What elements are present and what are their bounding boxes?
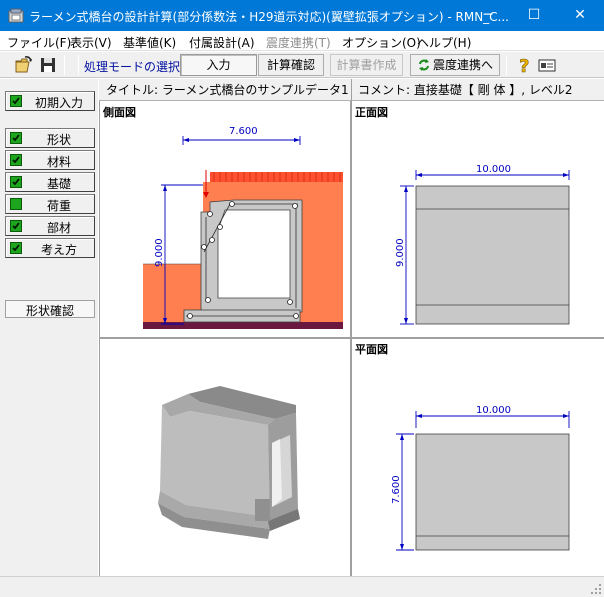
status-bar — [0, 576, 604, 597]
sidebar-item-label: 形状 — [46, 133, 71, 147]
seismic-link-label: 震度連携へ — [433, 58, 494, 72]
info-bar: タイトル: ラーメン式橋台のサンプルデータ1 コメント: 直接基礎【 剛 体 】… — [99, 79, 604, 101]
sidebar-item-approach[interactable]: 考え方 — [5, 238, 95, 258]
save-disk-icon[interactable] — [38, 55, 58, 75]
menu-bar: ファイル(F) 表示(V) 基準値(K) 付属設計(A) 震度連携(T) オプシ… — [0, 31, 604, 51]
sidebar-item-member[interactable]: 部材 — [5, 216, 95, 236]
calc-check-button[interactable]: 計算確認 — [258, 54, 324, 76]
perspective-drawing — [158, 386, 300, 539]
side-view[interactable]: 側面図 7.600 9.000 — [100, 102, 350, 337]
box-opening — [217, 209, 291, 299]
initial-input-label: 初期入力 — [34, 96, 83, 110]
help-question-icon[interactable]: ? — [514, 55, 534, 75]
sidebar-item-load[interactable]: 荷重 — [5, 194, 95, 214]
side-width-dimension: 7.600 — [229, 126, 258, 137]
menu-view[interactable]: 表示(V) — [70, 34, 112, 51]
resize-grip-icon[interactable] — [590, 583, 602, 595]
sidebar-item-material[interactable]: 材料 — [5, 150, 95, 170]
foundation-base — [143, 322, 343, 329]
check-icon — [10, 132, 22, 144]
report-create-button[interactable]: 計算書作成 — [330, 54, 403, 76]
menu-seismic-link[interactable]: 震度連携(T) — [266, 34, 331, 51]
check-icon — [10, 198, 22, 210]
front-view[interactable]: 正面図 10.000 9.000 — [352, 102, 604, 337]
menu-options[interactable]: オプション(O) — [342, 34, 421, 51]
data-title: タイトル: ラーメン式橋台のサンプルデータ1 — [106, 83, 349, 97]
version-info-icon[interactable] — [537, 55, 557, 75]
input-mode-button[interactable]: 入力 — [180, 54, 257, 76]
plan-view[interactable]: 平面図 10.000 7.600 — [352, 339, 604, 576]
front-width-dimension: 10.000 — [476, 164, 511, 175]
plan-width-dimension: 10.000 — [476, 405, 511, 416]
close-button[interactable]: ✕ — [557, 0, 603, 31]
sidebar-item-foundation[interactable]: 基礎 — [5, 172, 95, 192]
seismic-link-button[interactable]: 震度連携へ — [410, 54, 500, 76]
data-comment: コメント: 直接基礎【 剛 体 】, レベル2 — [358, 83, 573, 97]
window-title: ラーメン式橋台の設計計算(部分係数法・H29道示対応)(翼壁拡張オプション) -… — [29, 10, 509, 24]
sidebar-item-label: 考え方 — [40, 243, 77, 257]
refresh-arrows-icon — [419, 59, 429, 71]
side-view-drawing: 7.600 9.000 — [143, 126, 343, 329]
front-height-dimension: 9.000 — [395, 238, 406, 267]
toolbar-separator — [78, 55, 79, 75]
front-abutment-body — [415, 185, 570, 325]
minimize-button[interactable]: ─ — [465, 0, 511, 31]
check-icon — [10, 154, 22, 166]
sidebar-item-label: 基礎 — [46, 177, 71, 191]
side-height-dimension: 9.000 — [154, 238, 165, 267]
title-bar: ラーメン式橋台の設計計算(部分係数法・H29道示対応)(翼壁拡張オプション) -… — [0, 0, 604, 31]
sidebar-item-label: 部材 — [46, 221, 71, 235]
open-folder-icon[interactable] — [14, 55, 34, 75]
sidebar-item-label: 荷重 — [46, 199, 71, 213]
plan-depth-dimension: 7.600 — [391, 475, 402, 504]
sidebar-item-label: 材料 — [46, 155, 71, 169]
maximize-button[interactable]: ☐ — [511, 0, 557, 31]
check-icon — [10, 242, 22, 254]
front-clear-area — [143, 182, 203, 264]
info-divider — [351, 79, 352, 101]
app-icon — [8, 8, 24, 23]
check-icon — [10, 176, 22, 188]
initial-input-button[interactable]: 初期入力 — [5, 91, 95, 111]
plan-view-drawing: 10.000 7.600 — [391, 405, 570, 551]
menu-help[interactable]: ヘルプ(H) — [417, 34, 471, 51]
shape-check-button[interactable]: 形状確認 — [5, 300, 95, 318]
menu-standard-values[interactable]: 基準値(K) — [123, 34, 176, 51]
sidebar: 初期入力 形状 材料 基礎 荷重 部材 考え方 形状確認 — [0, 79, 98, 576]
toolbar-separator — [506, 55, 507, 75]
menu-auxiliary-design[interactable]: 付属設計(A) — [189, 34, 255, 51]
check-icon — [10, 95, 22, 107]
mode-select-label: 処理モードの選択 — [84, 60, 181, 74]
shape-check-label: 形状確認 — [25, 304, 74, 318]
plan-abutment-body — [415, 433, 570, 551]
menu-file[interactable]: ファイル(F) — [7, 34, 71, 51]
toolbar: 処理モードの選択 入力 計算確認 計算書作成 震度連携へ ? — [0, 52, 604, 78]
svg-text:?: ? — [519, 56, 529, 75]
front-view-drawing: 10.000 9.000 — [395, 164, 570, 325]
sidebar-item-shape[interactable]: 形状 — [5, 128, 95, 148]
check-icon — [10, 220, 22, 232]
surcharge-load — [210, 172, 343, 182]
toolbar-separator — [64, 55, 65, 75]
perspective-view[interactable] — [100, 339, 350, 576]
